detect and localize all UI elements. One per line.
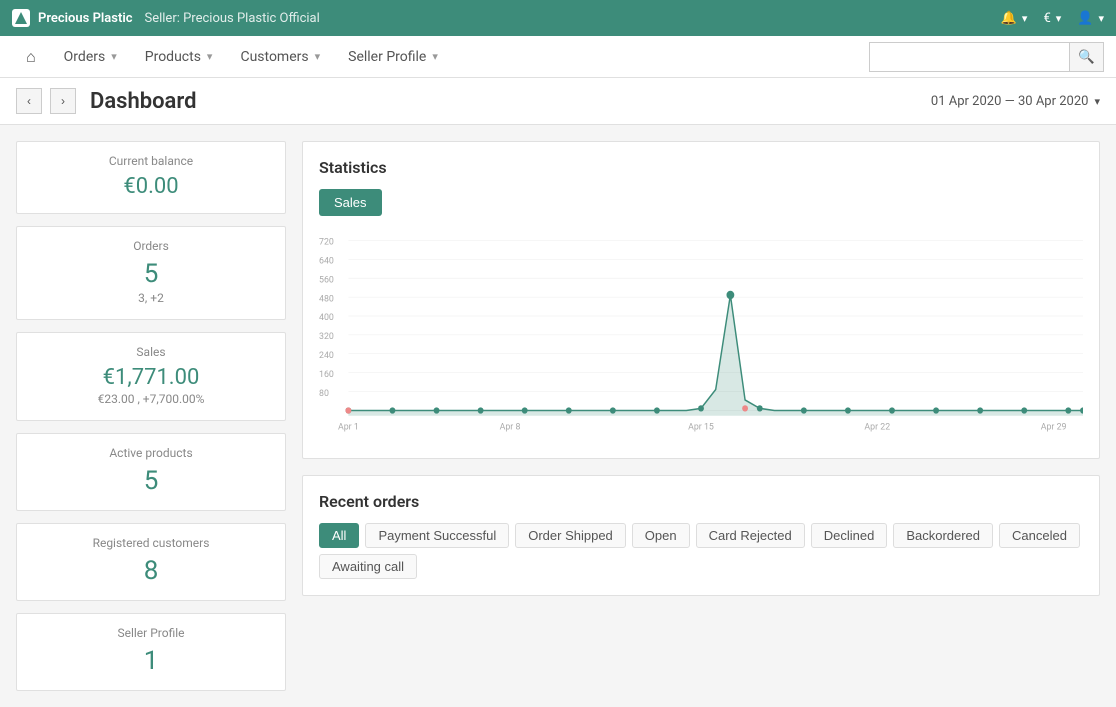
sales-sub: €23.00 , +7,700.00% — [33, 392, 269, 406]
card-registered-customers: Registered customers 8 — [16, 523, 286, 601]
orders-sub: 3, +2 — [33, 291, 269, 305]
card-current-balance: Current balance €0.00 — [16, 141, 286, 214]
customers-chevron — [313, 50, 321, 63]
svg-text:640: 640 — [319, 256, 334, 266]
forward-button[interactable]: › — [50, 88, 76, 114]
nav-seller-profile[interactable]: Seller Profile — [334, 36, 452, 78]
filter-all[interactable]: All — [319, 523, 359, 548]
balance-value: €0.00 — [33, 174, 269, 199]
svg-text:80: 80 — [319, 389, 329, 399]
main-right-col: Statistics Sales 720 640 560 480 400 320… — [302, 141, 1100, 691]
nav-products[interactable]: Products — [131, 36, 227, 78]
svg-text:480: 480 — [319, 294, 334, 304]
registered-customers-value: 8 — [33, 556, 269, 586]
products-label: Products — [145, 49, 201, 65]
search-icon: 🔍 — [1078, 49, 1095, 65]
sales-value: €1,771.00 — [33, 365, 269, 390]
svg-text:Apr 22: Apr 22 — [864, 422, 890, 432]
seller-label: Seller: Precious Plastic Official — [145, 11, 320, 26]
user-chevron — [1096, 11, 1104, 26]
tab-sales[interactable]: Sales — [319, 189, 382, 216]
logo-shape — [15, 12, 27, 24]
registered-customers-label: Registered customers — [33, 536, 269, 550]
filter-payment-successful[interactable]: Payment Successful — [365, 523, 509, 548]
sales-label: Sales — [33, 345, 269, 359]
page-title: Dashboard — [90, 89, 196, 114]
seller-profile-card-value: 1 — [33, 646, 269, 676]
svg-text:160: 160 — [319, 370, 334, 380]
svg-text:320: 320 — [319, 332, 334, 342]
card-active-products: Active products 5 — [16, 433, 286, 511]
svg-text:Apr 29: Apr 29 — [1041, 422, 1067, 432]
date-range-picker[interactable]: 01 Apr 2020 — 30 Apr 2020 — [931, 94, 1100, 109]
topbar-actions: 🔔 € 👤 — [1001, 11, 1104, 26]
user-button[interactable]: 👤 — [1077, 11, 1104, 26]
app-name: Precious Plastic — [38, 11, 133, 26]
svg-text:720: 720 — [319, 237, 334, 247]
statistics-tabs: Sales — [319, 189, 1083, 216]
currency-button[interactable]: € — [1043, 11, 1061, 26]
page-header: ‹ › Dashboard 01 Apr 2020 — 30 Apr 2020 — [0, 78, 1116, 125]
topbar-brand: Precious Plastic Seller: Precious Plasti… — [12, 9, 320, 27]
svg-text:240: 240 — [319, 351, 334, 361]
chart-svg: 720 640 560 480 400 320 240 160 80 — [319, 232, 1083, 442]
nav-home[interactable]: ⌂ — [12, 36, 50, 78]
recent-orders-panel: Recent orders All Payment Successful Ord… — [302, 475, 1100, 596]
seller-profile-card-label: Seller Profile — [33, 626, 269, 640]
date-range-text: 01 Apr 2020 — 30 Apr 2020 — [931, 94, 1089, 109]
sales-chart: 720 640 560 480 400 320 240 160 80 — [319, 232, 1083, 442]
stats-sidebar: Current balance €0.00 Orders 5 3, +2 Sal… — [16, 141, 286, 691]
filter-backordered[interactable]: Backordered — [893, 523, 993, 548]
svg-text:Apr 8: Apr 8 — [500, 422, 521, 432]
home-icon: ⌂ — [26, 47, 36, 67]
notifications-button[interactable]: 🔔 — [1001, 11, 1028, 26]
card-orders: Orders 5 3, +2 — [16, 226, 286, 320]
seller-profile-chevron — [430, 50, 438, 63]
nav-orders[interactable]: Orders — [50, 36, 131, 78]
products-chevron — [205, 50, 213, 63]
main-content: Current balance €0.00 Orders 5 3, +2 Sal… — [0, 125, 1116, 707]
search-form: 🔍 — [869, 42, 1104, 72]
currency-icon: € — [1043, 11, 1050, 26]
filter-awaiting-call[interactable]: Awaiting call — [319, 554, 417, 579]
user-icon: 👤 — [1077, 11, 1093, 26]
svg-text:400: 400 — [319, 313, 334, 323]
currency-chevron — [1054, 11, 1062, 26]
statistics-panel: Statistics Sales 720 640 560 480 400 320… — [302, 141, 1100, 459]
filter-open[interactable]: Open — [632, 523, 690, 548]
back-button[interactable]: ‹ — [16, 88, 42, 114]
orders-label: Orders — [33, 239, 269, 253]
customers-label: Customers — [240, 49, 308, 65]
date-range-chevron — [1092, 94, 1100, 109]
filter-canceled[interactable]: Canceled — [999, 523, 1080, 548]
active-products-label: Active products — [33, 446, 269, 460]
app-logo — [12, 9, 30, 27]
nav-customers[interactable]: Customers — [226, 36, 334, 78]
svg-text:Apr 15: Apr 15 — [688, 422, 714, 432]
svg-text:560: 560 — [319, 275, 334, 285]
filter-order-shipped[interactable]: Order Shipped — [515, 523, 626, 548]
main-nav: ⌂ Orders Products Customers Seller Profi… — [0, 36, 1116, 78]
orders-value: 5 — [33, 259, 269, 289]
order-filter-tabs: All Payment Successful Order Shipped Ope… — [319, 523, 1083, 579]
active-products-value: 5 — [33, 466, 269, 496]
balance-label: Current balance — [33, 154, 269, 168]
orders-chevron — [109, 50, 117, 63]
page-header-left: ‹ › Dashboard — [16, 88, 196, 114]
filter-card-rejected[interactable]: Card Rejected — [696, 523, 805, 548]
filter-declined[interactable]: Declined — [811, 523, 888, 548]
topbar: Precious Plastic Seller: Precious Plasti… — [0, 0, 1116, 36]
recent-orders-title: Recent orders — [319, 492, 1083, 511]
bell-icon: 🔔 — [1001, 11, 1017, 26]
notifications-chevron — [1020, 11, 1028, 26]
card-sales: Sales €1,771.00 €23.00 , +7,700.00% — [16, 332, 286, 421]
statistics-title: Statistics — [319, 158, 1083, 177]
mainnav-items: ⌂ Orders Products Customers Seller Profi… — [12, 36, 452, 78]
card-seller-profile: Seller Profile 1 — [16, 613, 286, 691]
orders-label: Orders — [64, 49, 106, 65]
svg-text:Apr 1: Apr 1 — [338, 422, 359, 432]
search-input[interactable] — [869, 42, 1069, 72]
seller-profile-label: Seller Profile — [348, 49, 426, 65]
search-button[interactable]: 🔍 — [1069, 42, 1104, 72]
